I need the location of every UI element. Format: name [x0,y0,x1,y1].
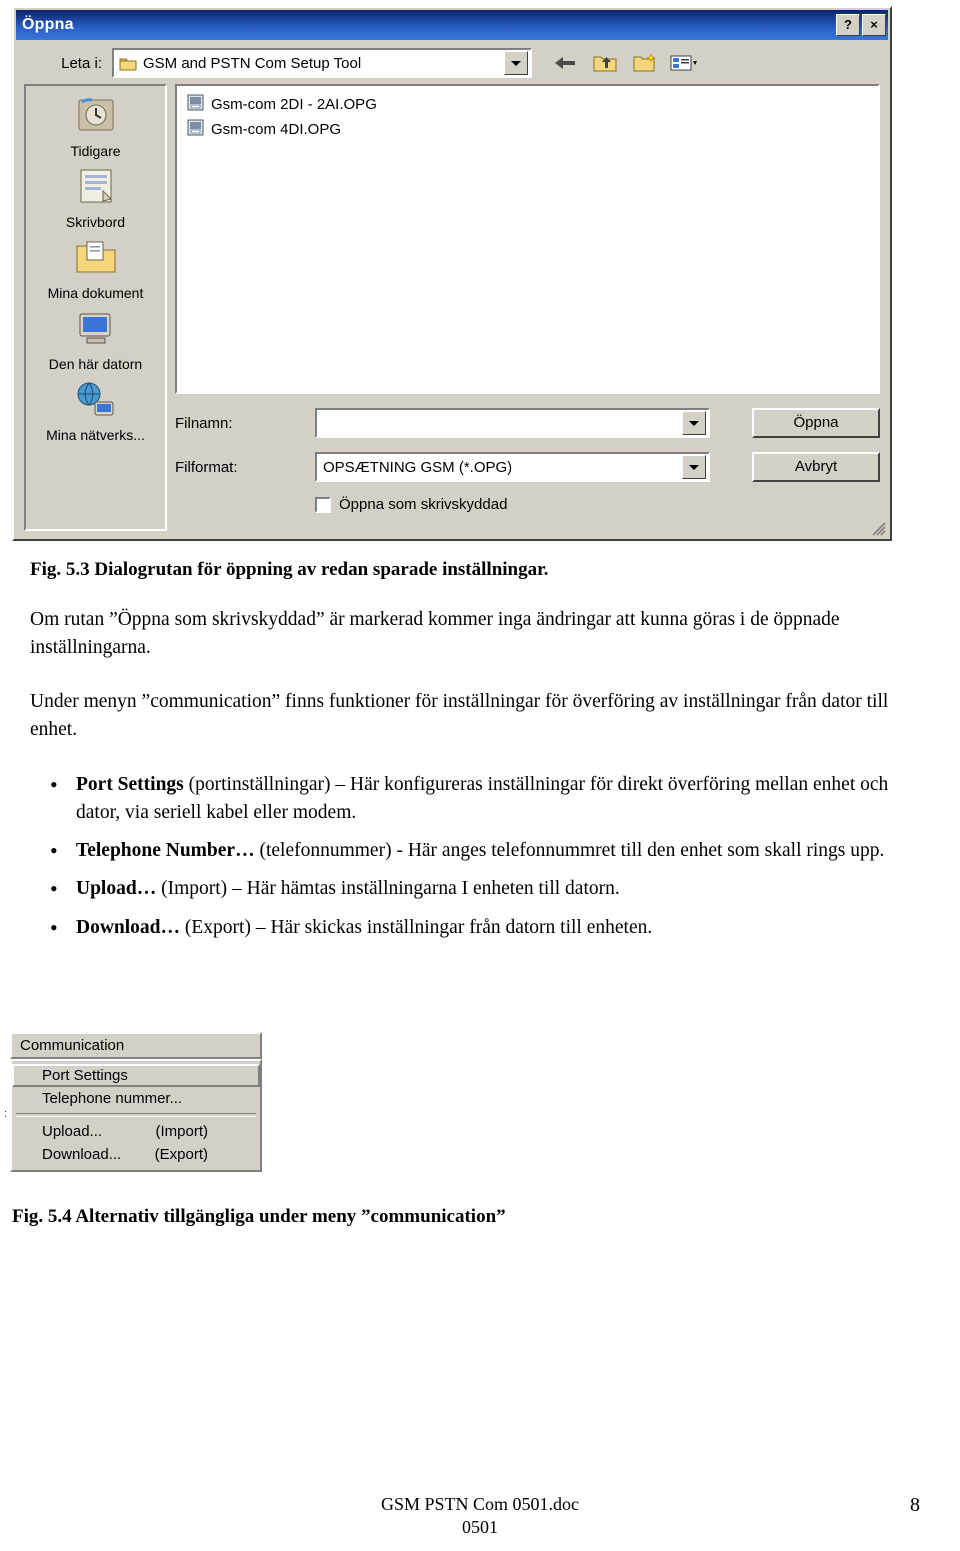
menu-item-port-settings[interactable]: Port Settings [12,1064,260,1087]
page-number: 8 [910,1494,920,1516]
list-item: Download… (Export) – Här skickas inställ… [30,912,935,944]
bullet-term: Port Settings [76,773,184,795]
document-text: Fig. 5.3 Dialogrutan för öppning av reda… [30,556,935,952]
place-label: Den här datorn [48,356,143,372]
file-listbox[interactable]: Gsm-com 2DI - 2AI.OPG Gsm-com 4DI.OPG [175,84,880,394]
places-bar: Tidigare Skrivbord Mina dokument Den här… [24,84,167,531]
dialog-body: Tidigare Skrivbord Mina dokument Den här… [14,84,890,531]
network-places-icon [73,380,119,426]
menu-item-suffix: (Import) [155,1123,209,1140]
bullet-text: (Export) – Här skickas inställningar frå… [180,916,653,938]
readonly-label: Öppna som skrivskyddad [339,496,508,513]
bullet-text: (telefonnummer) - Här anges telefonnummr… [254,840,885,862]
place-label: Mina nätverks... [46,427,145,443]
up-one-level-icon[interactable] [590,49,620,77]
list-item: Port Settings (portinställningar) – Här … [30,769,935,828]
menu-title: Communication [10,1032,262,1059]
paragraph-2: Under menyn ”communication” finns funkti… [30,691,889,741]
help-button[interactable]: ? [836,14,860,36]
desktop-icon [73,167,119,213]
filetype-dropdown-arrow[interactable] [682,455,706,479]
margin-mark: : [4,1108,8,1120]
back-arrow-icon[interactable] [550,49,580,77]
bullet-term: Upload… [76,878,157,900]
filetype-row: Filformat: OPSÆTNING GSM (*.OPG) Avbryt [175,452,880,482]
folder-icon [119,56,137,71]
bullet-text: (Import) – Här hämtas inställningarna I … [156,878,620,900]
views-icon[interactable] [670,49,700,77]
bullet-text: (portinställningar) – Här konfigureras i… [76,773,889,823]
place-item-skrivbord[interactable]: Skrivbord [26,165,165,232]
communication-menu-screenshot: Communication Port Settings Telephone nu… [10,1032,262,1172]
place-label: Skrivbord [65,214,126,230]
page-footer: GSM PSTN Com 0501.doc 0501 [0,1494,960,1538]
look-in-combo[interactable]: GSM and PSTN Com Setup Tool [112,48,532,78]
place-label: Tidigare [70,143,121,159]
menu-item-suffix: (Export) [154,1146,208,1163]
filename-label: Filnamn: [175,414,233,432]
open-button[interactable]: Öppna [752,408,880,438]
figure-5-3-caption: Fig. 5.3 Dialogrutan för öppning av reda… [30,559,549,580]
readonly-row[interactable]: Öppna som skrivskyddad [175,496,880,513]
resize-grip[interactable] [872,522,886,536]
menu-item-telephone-number[interactable]: Telephone nummer... [12,1087,260,1110]
menu-item-label: Upload... [42,1123,103,1140]
my-documents-icon [73,238,119,284]
list-item[interactable]: Gsm-com 2DI - 2AI.OPG [181,92,874,117]
place-item-mina-natverks[interactable]: Mina nätverks... [26,378,165,445]
menu-item-label: Port Settings [42,1067,128,1084]
look-in-label: Leta i: [61,54,102,72]
list-item[interactable]: Gsm-com 4DI.OPG [181,117,874,142]
filetype-value: OPSÆTNING GSM (*.OPG) [323,458,513,476]
bullet-term: Download… [76,916,181,938]
place-item-den-har-datorn[interactable]: Den här datorn [26,307,165,374]
menu-separator [16,1113,256,1117]
my-computer-icon [73,309,119,355]
dialog-title: Öppna [22,16,74,33]
bullet-term: Telephone Number… [76,840,255,862]
paragraph-1: Om rutan ”Öppna som skrivskyddad” är mar… [30,608,840,658]
filetype-label: Filformat: [175,458,238,476]
filetype-select[interactable]: OPSÆTNING GSM (*.OPG) [315,452,710,482]
file-area: Gsm-com 2DI - 2AI.OPG Gsm-com 4DI.OPG Fi… [175,84,880,531]
history-icon [73,96,119,142]
dialog-toolbar [550,49,700,77]
dialog-titlebar: Öppna ? × [16,10,888,40]
look-in-row: Leta i: GSM and PSTN Com Setup Tool [14,40,890,84]
readonly-checkbox[interactable] [315,496,331,513]
file-name: Gsm-com 2DI - 2AI.OPG [211,96,377,113]
file-name: Gsm-com 4DI.OPG [211,121,342,138]
list-item: Telephone Number… (telefonnummer) - Här … [30,835,935,867]
new-folder-icon[interactable] [630,49,660,77]
footer-doc-rev: 0501 [462,1517,498,1537]
filename-row: Filnamn: Öppna [175,408,880,438]
place-item-mina-dokument[interactable]: Mina dokument [26,236,165,303]
cancel-button[interactable]: Avbryt [752,452,880,482]
opg-file-icon [187,94,204,115]
menu-item-download[interactable]: Download... (Export) [12,1143,260,1166]
menu-item-label: Telephone nummer... [42,1090,183,1107]
figure-5-4-caption: Fig. 5.4 Alternativ tillgängliga under m… [12,1206,506,1227]
bullet-list: Port Settings (portinställningar) – Här … [30,769,935,944]
filename-dropdown-arrow[interactable] [682,411,706,435]
open-file-dialog: Öppna ? × Leta i: GSM and PSTN Com Setup… [12,6,892,541]
menu-body: Port Settings Telephone nummer... Upload… [10,1059,262,1172]
place-label: Mina dokument [47,285,144,301]
footer-doc-name: GSM PSTN Com 0501.doc [380,1494,580,1514]
menu-item-upload[interactable]: Upload... (Import) [12,1120,260,1143]
place-item-tidigare[interactable]: Tidigare [26,94,165,161]
opg-file-icon [187,119,204,140]
menu-item-label: Download... [42,1146,122,1163]
list-item: Upload… (Import) – Här hämtas inställnin… [30,873,935,905]
close-button[interactable]: × [862,14,886,36]
filename-input[interactable] [315,408,710,438]
look-in-dropdown-arrow[interactable] [504,51,528,75]
look-in-value: GSM and PSTN Com Setup Tool [143,54,362,72]
